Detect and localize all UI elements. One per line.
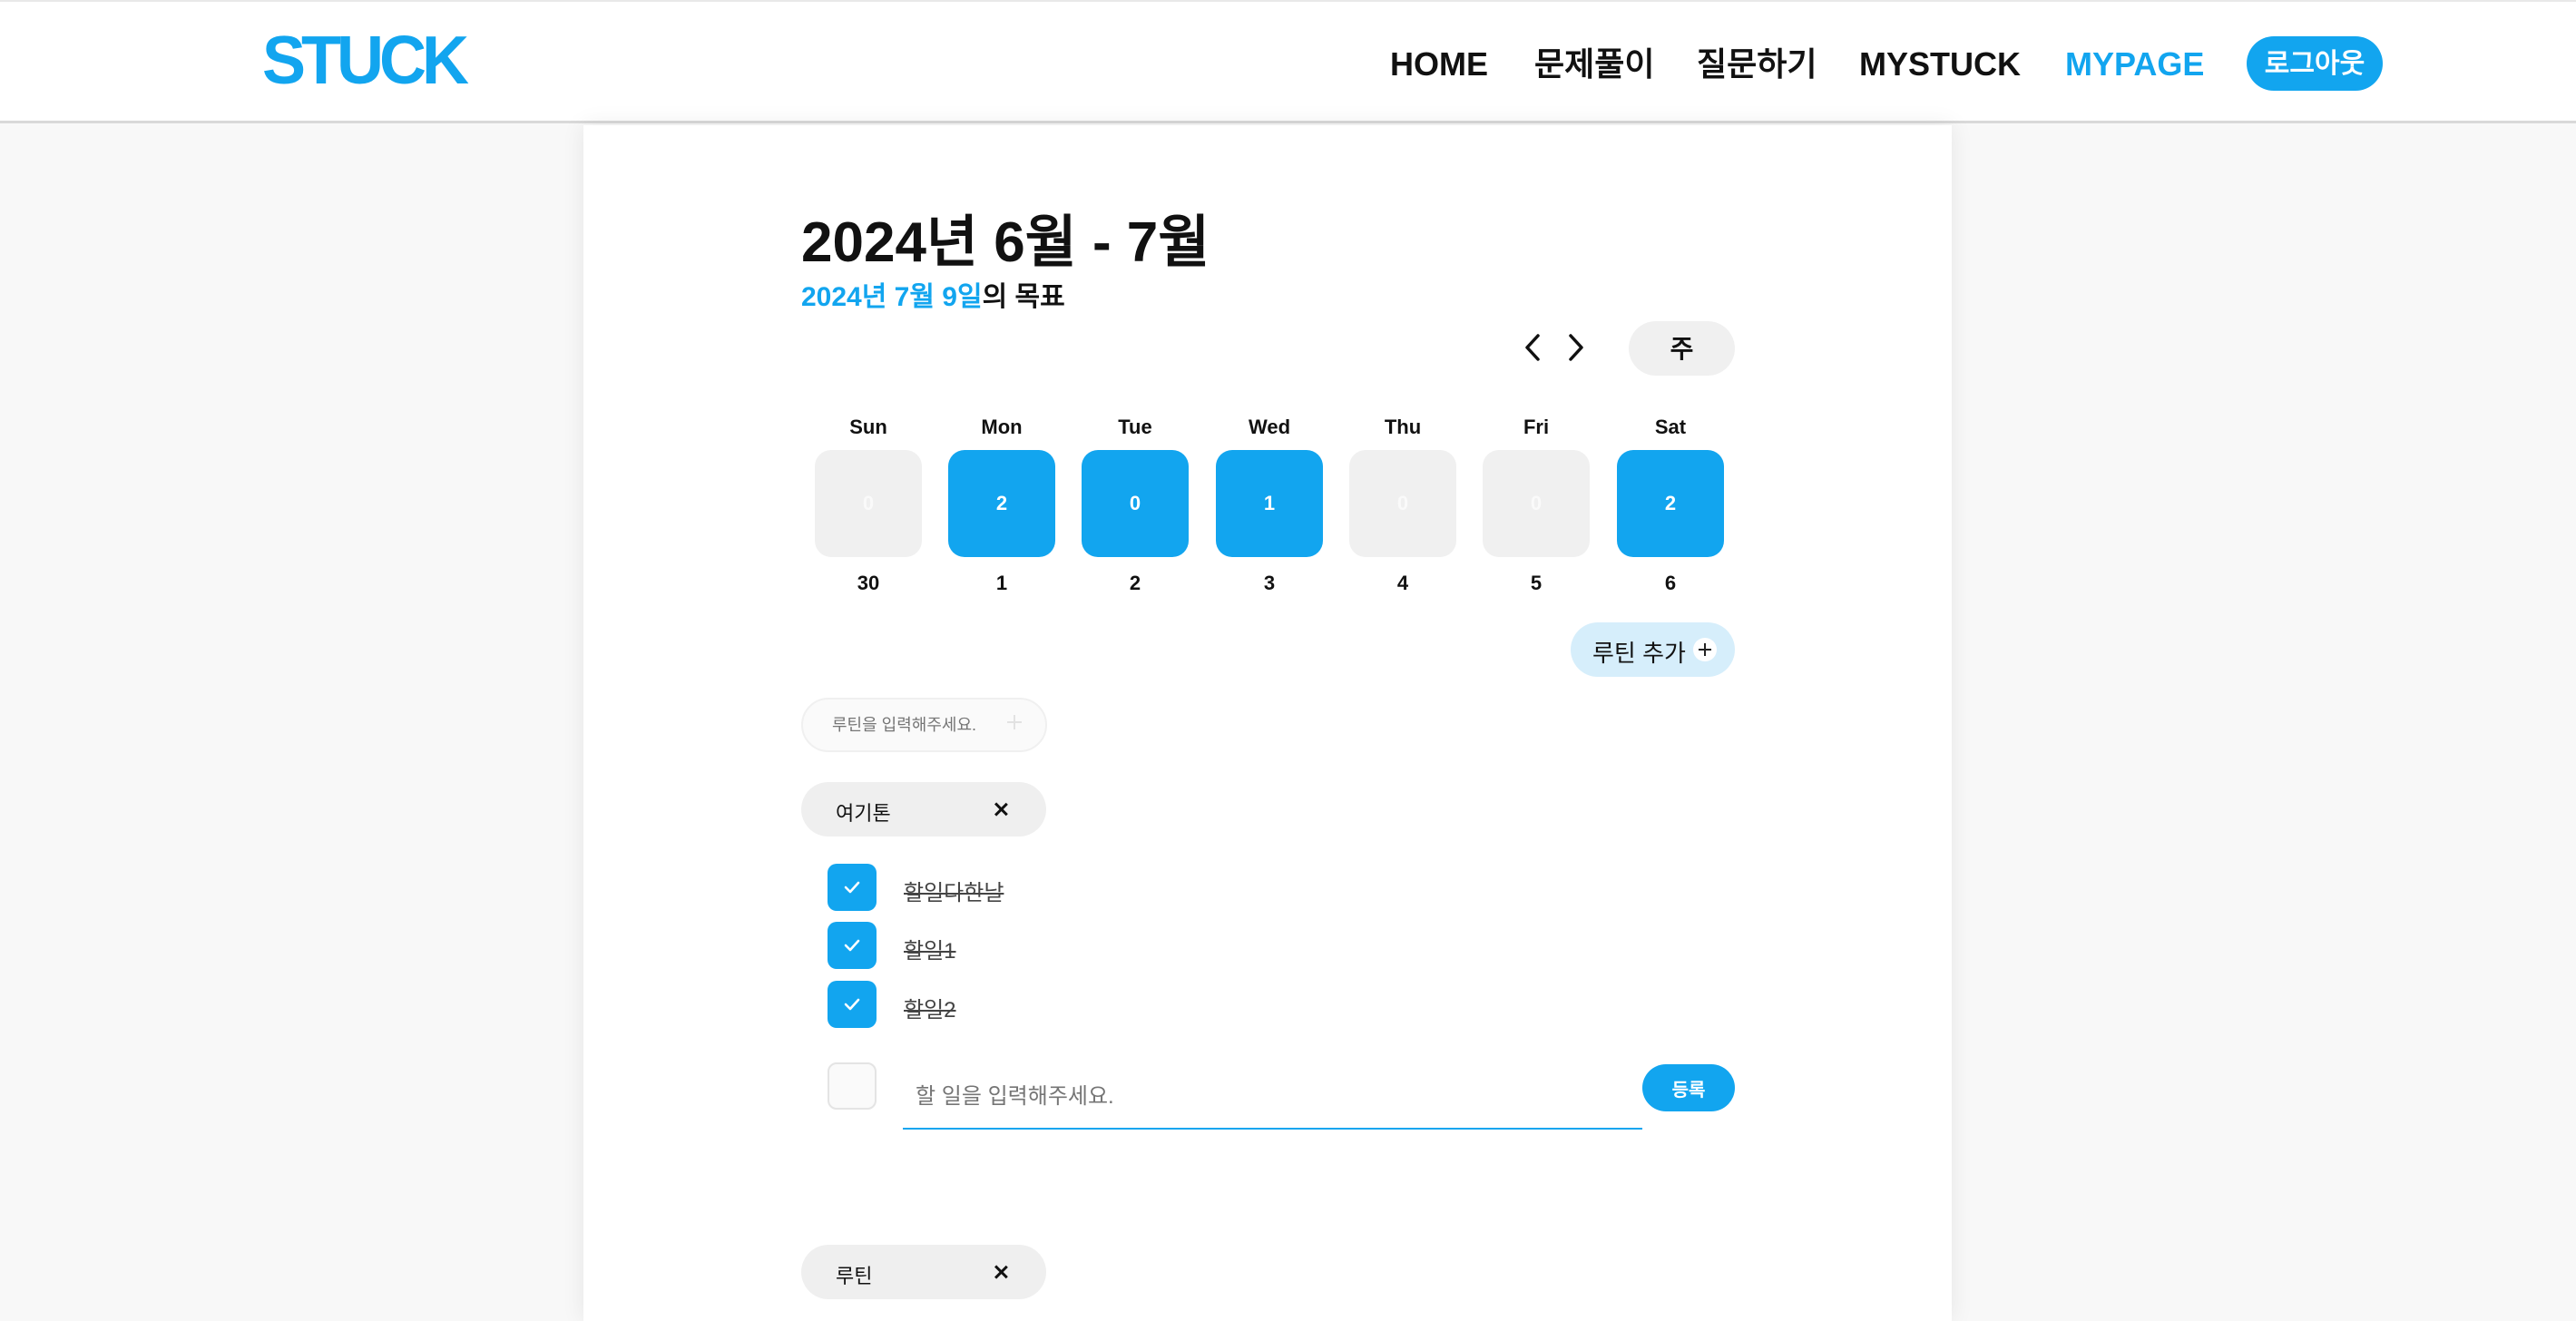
day-date: 1 (995, 572, 1008, 594)
page-title: 2024년 6월 - 7월 (801, 211, 1210, 274)
prev-week-arrow-icon[interactable] (1515, 325, 1552, 370)
nav-mystuck[interactable]: MYSTUCK (1859, 38, 2021, 91)
day-count-box[interactable]: 1 (1216, 450, 1323, 557)
todo-checkbox[interactable] (828, 864, 877, 911)
day-count-box[interactable]: 0 (1483, 450, 1590, 557)
add-routine-button[interactable]: 루틴 추가 (1571, 622, 1735, 677)
day-name: Fri (1523, 416, 1550, 438)
day-count-box[interactable]: 2 (948, 450, 1055, 557)
day-count-box[interactable]: 0 (815, 450, 922, 557)
day-date: 4 (1396, 572, 1409, 594)
day-count-box[interactable]: 0 (1349, 450, 1456, 557)
nav-mypage[interactable]: MYPAGE (2065, 38, 2204, 91)
routine-chip[interactable]: 루틴 (801, 1245, 1046, 1299)
day-name: Sun (849, 416, 887, 438)
goal-suffix: 의 목표 (982, 282, 1065, 312)
day-date: 2 (1129, 572, 1141, 594)
day-date: 6 (1664, 572, 1677, 594)
routine-name: 루틴 (836, 1265, 873, 1287)
next-week-arrow-icon[interactable] (1557, 325, 1593, 370)
nav-problem-solving[interactable]: 문제풀이 (1534, 38, 1654, 91)
day-name: Sat (1654, 416, 1687, 438)
todo-text: 할일2 (904, 998, 956, 1023)
day-name: Thu (1384, 416, 1422, 438)
todo-text: 할일다한날 (904, 881, 1004, 905)
day-name: Tue (1118, 416, 1152, 438)
check-icon (844, 939, 860, 952)
add-routine-label: 루틴 추가 (1592, 640, 1686, 667)
day-name: Mon (981, 416, 1023, 438)
day-date: 30 (857, 572, 880, 594)
todo-text: 할일1 (904, 939, 956, 964)
routine-chip[interactable]: 여기톤 (801, 782, 1046, 837)
day-count-box[interactable]: 0 (1082, 450, 1189, 557)
view-toggle-week-button[interactable]: 주 (1629, 321, 1735, 376)
day-count-box[interactable]: 2 (1617, 450, 1724, 557)
content-card (583, 125, 1952, 1321)
plus-icon[interactable] (1005, 713, 1024, 731)
nav-ask-question[interactable]: 질문하기 (1697, 38, 1817, 91)
day-date: 3 (1263, 572, 1276, 594)
todo-input[interactable] (903, 1066, 1642, 1130)
routine-name: 여기톤 (836, 802, 891, 825)
plus-icon (1693, 638, 1717, 661)
nav-home[interactable]: HOME (1390, 38, 1488, 91)
goal-subtitle: 2024년 7월 9일의 목표 (801, 274, 1065, 314)
close-icon[interactable] (990, 798, 1012, 820)
logout-button[interactable]: 로그아웃 (2247, 36, 2383, 91)
day-date: 5 (1530, 572, 1543, 594)
check-icon (844, 881, 860, 894)
todo-checkbox[interactable] (828, 922, 877, 969)
check-icon (844, 998, 860, 1011)
new-todo-checkbox[interactable] (828, 1062, 877, 1110)
todo-checkbox[interactable] (828, 981, 877, 1028)
logo[interactable]: STUCK (262, 22, 469, 100)
top-navbar: STUCK HOME 문제풀이 질문하기 MYSTUCK MYPAGE 로그아웃 (0, 0, 2576, 123)
register-button[interactable]: 등록 (1642, 1064, 1735, 1111)
goal-date: 2024년 7월 9일 (801, 282, 983, 312)
day-name: Wed (1248, 416, 1291, 438)
close-icon[interactable] (990, 1261, 1012, 1283)
